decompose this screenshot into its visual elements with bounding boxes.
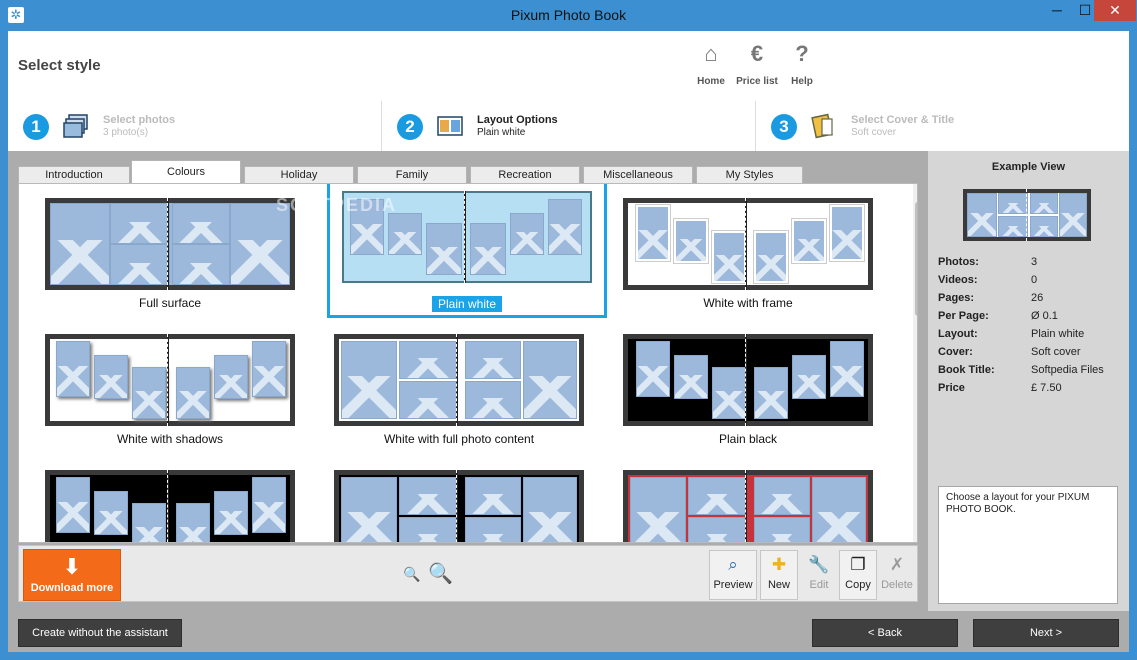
- style-thumbnail: [623, 198, 873, 290]
- style-panel: Introduction Colours Holiday Family Recr…: [8, 151, 1129, 652]
- cover-icon: [811, 113, 833, 139]
- app-window: ✲ Pixum Photo Book ─ ☐ ✕ Select style ⌂ …: [0, 0, 1137, 660]
- page-title: Select style: [18, 57, 101, 74]
- next-button[interactable]: Next >: [973, 619, 1119, 647]
- tab-miscellaneous[interactable]: Miscellaneous: [583, 166, 693, 183]
- style-card-white-full-photo[interactable]: White with full photo content: [334, 324, 584, 449]
- new-button[interactable]: ✚ New: [760, 550, 798, 600]
- bottom-bar: Create without the assistant < Back Next…: [8, 611, 1129, 652]
- currency-icon: €: [750, 41, 764, 66]
- zoom-out-icon[interactable]: 🔍: [403, 566, 420, 583]
- divider: [381, 101, 382, 151]
- photos-icon: [63, 114, 88, 138]
- wrench-icon: 🔧: [808, 555, 830, 574]
- preview-icon: ⌕: [728, 555, 738, 574]
- plus-icon: ✚: [771, 555, 787, 574]
- scroll-down-icon[interactable]: ▼: [913, 533, 917, 542]
- tab-bar: Introduction Colours Holiday Family Recr…: [18, 160, 928, 184]
- step-number: 3: [771, 114, 797, 140]
- watermark: SOFTPEDIA: [276, 195, 398, 215]
- tab-colours[interactable]: Colours: [131, 160, 241, 184]
- scroll-up-icon[interactable]: ▲: [913, 186, 917, 195]
- zoom-in-icon[interactable]: 🔍: [428, 561, 453, 586]
- help-label: Help: [791, 76, 813, 87]
- help-text-box: Choose a layout for your PIXUM PHOTO BOO…: [938, 486, 1118, 604]
- style-thumbnail: [45, 470, 295, 542]
- style-card[interactable]: [45, 460, 295, 542]
- step-subtitle: Soft cover: [851, 127, 897, 138]
- delete-label: Delete: [881, 579, 913, 591]
- style-gallery: Full surface Plain white White with fram…: [18, 183, 918, 543]
- style-thumbnail: [45, 334, 295, 426]
- main-area: Select style ⌂ Home € Price list ? Help …: [8, 31, 1129, 652]
- gallery-toolbar: ⬇ Download more 🔍 🔍 ⌕ Preview ✚ New 🔧 Ed…: [18, 545, 918, 602]
- step-subtitle: Plain white: [477, 127, 526, 138]
- style-label: Full surface: [138, 296, 202, 310]
- download-more-button[interactable]: ⬇ Download more: [23, 549, 121, 601]
- style-thumbnail: [45, 198, 295, 290]
- style-thumbnail: [334, 470, 584, 542]
- download-label: Download more: [30, 582, 114, 594]
- style-label: White with full photo content: [383, 432, 535, 446]
- style-card-full-surface[interactable]: Full surface: [45, 188, 295, 313]
- tab-holiday[interactable]: Holiday: [244, 166, 354, 183]
- copy-label: Copy: [845, 579, 871, 591]
- tab-recreation[interactable]: Recreation: [470, 166, 580, 183]
- copy-button[interactable]: ❐ Copy: [839, 550, 877, 600]
- create-without-assistant-button[interactable]: Create without the assistant: [18, 619, 182, 647]
- step-number: 2: [397, 114, 423, 140]
- home-label: Home: [697, 76, 725, 87]
- style-thumbnail: [334, 334, 584, 426]
- step-title: Select Cover & Title: [851, 114, 955, 126]
- gallery-scrollbar[interactable]: ▲ ▼: [913, 184, 917, 542]
- home-icon: ⌂: [704, 41, 718, 66]
- style-card-white-with-shadows[interactable]: White with shadows: [45, 324, 295, 449]
- delete-button[interactable]: ✗ Delete: [878, 550, 916, 600]
- style-card-white-with-frame[interactable]: White with frame: [623, 188, 873, 313]
- style-label: Plain white: [342, 296, 592, 312]
- style-card-plain-black[interactable]: Plain black: [623, 324, 873, 449]
- style-thumbnail: [623, 470, 873, 542]
- back-button[interactable]: < Back: [812, 619, 958, 647]
- example-view-title: Example View: [991, 161, 1066, 173]
- style-card[interactable]: [623, 460, 873, 542]
- new-label: New: [767, 579, 790, 591]
- delete-icon: ✗: [889, 555, 905, 574]
- help-button[interactable]: ? Help: [775, 41, 829, 87]
- preview-button[interactable]: ⌕ Preview: [709, 550, 757, 600]
- copy-icon: ❐: [850, 555, 866, 574]
- style-label: White with shadows: [116, 432, 224, 446]
- window-title: Pixum Photo Book: [510, 7, 627, 23]
- style-label: White with frame: [703, 296, 793, 310]
- minimize-button[interactable]: ─: [1043, 0, 1071, 21]
- edit-button[interactable]: 🔧 Edit: [800, 550, 838, 600]
- example-thumbnail: [963, 189, 1091, 241]
- tab-family[interactable]: Family: [357, 166, 467, 183]
- step-title: Layout Options: [477, 114, 558, 126]
- style-thumbnail: [623, 334, 873, 426]
- preview-label: Preview: [713, 579, 753, 591]
- download-icon: ⬇: [62, 554, 82, 579]
- divider: [755, 101, 756, 151]
- price-list-label: Price list: [736, 76, 778, 87]
- step-title: Select photos: [103, 114, 176, 126]
- example-view-panel: Example View Photos: 3 Videos: 0 Pages: 26: [928, 151, 1129, 611]
- style-label: Plain black: [718, 432, 778, 446]
- scroll-thumb[interactable]: [915, 202, 917, 316]
- help-icon: ?: [795, 41, 809, 66]
- layout-icon: [437, 116, 463, 136]
- step-subtitle: 3 photo(s): [103, 127, 149, 138]
- tab-introduction[interactable]: Introduction: [18, 166, 130, 183]
- style-card[interactable]: [334, 460, 584, 542]
- title-bar: ✲ Pixum Photo Book ─ ☐ ✕: [0, 0, 1137, 31]
- tab-my-styles[interactable]: My Styles: [696, 166, 803, 183]
- step-number: 1: [23, 114, 49, 140]
- close-button[interactable]: ✕: [1094, 0, 1136, 21]
- edit-label: Edit: [809, 579, 829, 591]
